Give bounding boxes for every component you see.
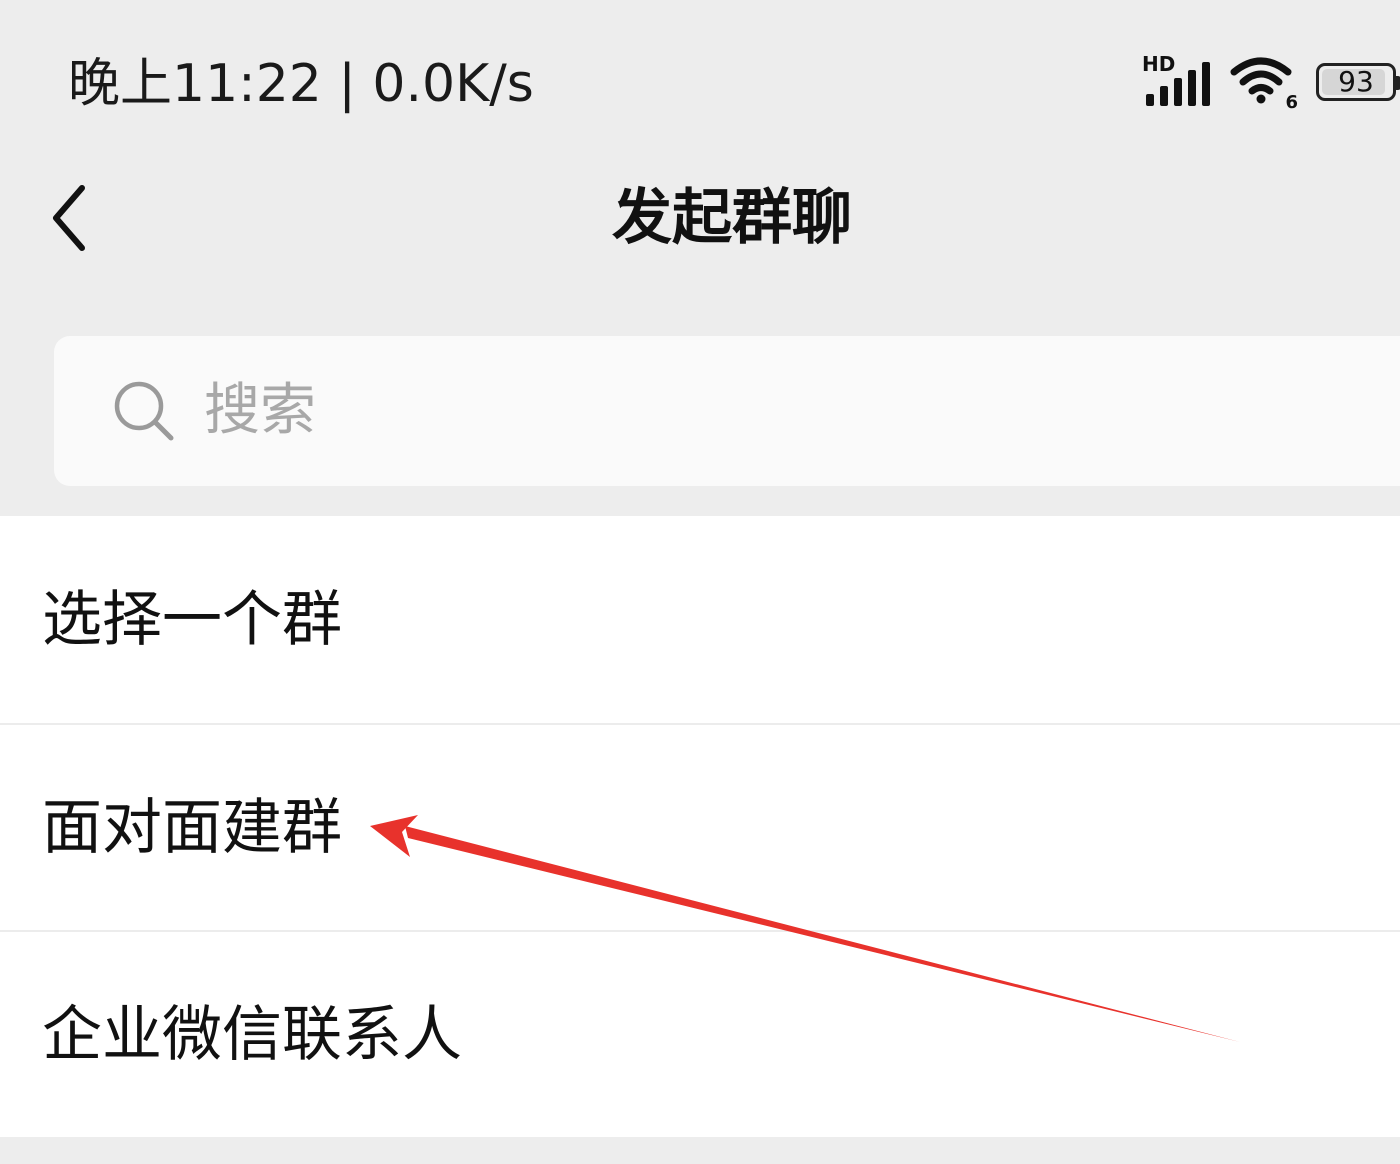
hd-label: HD <box>1142 52 1176 76</box>
page-title: 发起群聊 <box>612 183 852 253</box>
status-time-speed: 晚上11:22 | 0.0K/s <box>68 54 534 114</box>
search-area: 搜索 <box>0 306 1400 516</box>
status-bar: 晚上11:22 | 0.0K/s HD 6 93 <box>0 0 1400 160</box>
bottom-strip <box>0 1142 1400 1164</box>
list-item-label: 面对面建群 <box>42 792 342 863</box>
signal-bars-icon: HD <box>1142 54 1212 106</box>
app-screen: 晚上11:22 | 0.0K/s HD 6 93 发起群聊 搜索 选择一个群 面… <box>0 0 1400 1164</box>
search-input[interactable]: 搜索 <box>54 336 1400 486</box>
search-placeholder: 搜索 <box>204 378 316 443</box>
status-icons: HD 6 93 <box>1142 54 1400 112</box>
list-item-work-wechat-contacts[interactable]: 企业微信联系人 <box>0 930 1400 1137</box>
wifi-icon: 6 <box>1230 56 1298 112</box>
wifi-badge: 6 <box>1285 92 1298 113</box>
list-item-label: 企业微信联系人 <box>42 999 462 1070</box>
wifi-graphic <box>1230 57 1292 104</box>
list-item-select-group[interactable]: 选择一个群 <box>0 516 1400 723</box>
list-item-label: 选择一个群 <box>42 584 342 655</box>
nav-bar: 发起群聊 <box>0 160 1400 306</box>
list-item-face-to-face-group[interactable]: 面对面建群 <box>0 723 1400 930</box>
option-list: 选择一个群 面对面建群 企业微信联系人 <box>0 516 1400 1137</box>
search-icon <box>114 381 174 441</box>
battery-icon: 93 <box>1316 63 1400 101</box>
battery-level: 93 <box>1338 65 1374 98</box>
